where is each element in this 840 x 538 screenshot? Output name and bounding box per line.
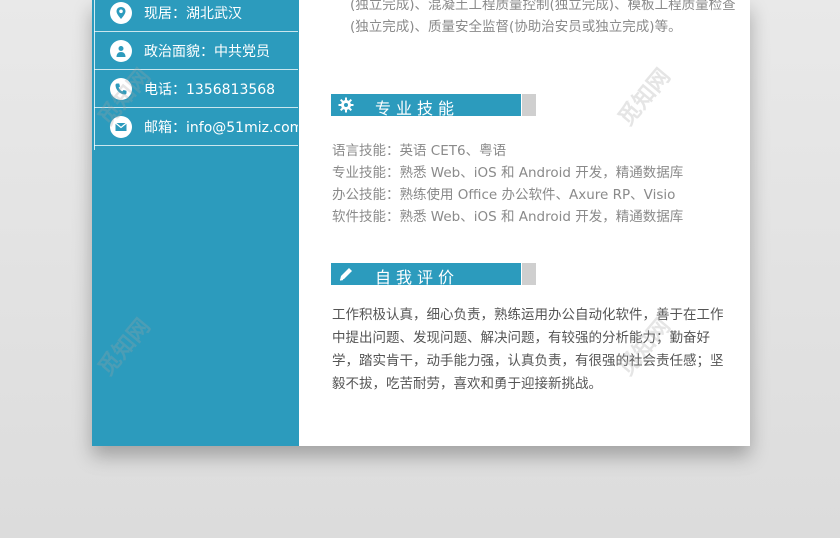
contact-email: 邮箱：info@51miz.com [94, 108, 298, 146]
section-header-self-eval: 自我评价 [331, 263, 536, 287]
section-bar-tail [522, 94, 536, 116]
pen-icon [337, 265, 355, 283]
phone-text: 电话：1356813568 [144, 81, 276, 98]
resume-page: 现居：湖北武汉 政治面貌：中共党员 电话：1356813568 邮箱：info@… [92, 0, 750, 446]
self-eval-paragraph: 工作积极认真，细心负责，熟练运用办公自动化软件，善于在工作中提出问题、发现问题、… [332, 307, 724, 392]
gear-icon [337, 96, 355, 114]
envelope-icon [110, 115, 132, 138]
skill-item: 语言技能：英语 CET6、粤语 [332, 143, 507, 159]
contact-residence: 现居：湖北武汉 [94, 0, 298, 32]
sidebar: 现居：湖北武汉 政治面貌：中共党员 电话：1356813568 邮箱：info@… [92, 0, 299, 446]
section-header-skills: 专业技能 [331, 94, 536, 118]
skill-item: 办公技能：熟练使用 Office 办公软件、Axure RP、Visio [332, 187, 676, 203]
email-text: 邮箱：info@51miz.com [144, 119, 298, 136]
contact-political: 政治面貌：中共党员 [94, 32, 298, 70]
residence-text: 现居：湖北武汉 [144, 5, 242, 22]
experience-paragraph: (独立完成)、混凝土工程质量控制(独立完成)、模板工程质量检查(独立完成)、质量… [350, 0, 736, 35]
skill-item: 软件技能：熟悉 Web、iOS 和 Android 开发，精通数据库 [332, 209, 684, 225]
contact-phone: 电话：1356813568 [94, 70, 298, 108]
skill-item: 专业技能：熟悉 Web、iOS 和 Android 开发，精通数据库 [332, 165, 684, 181]
person-badge-icon [110, 39, 132, 62]
political-text: 政治面貌：中共党员 [144, 43, 270, 60]
location-pin-icon [110, 1, 132, 24]
phone-icon [110, 77, 132, 100]
skills-list: 语言技能：英语 CET6、粤语 专业技能：熟悉 Web、iOS 和 Androi… [332, 140, 732, 228]
section-title-self-eval: 自我评价 [375, 268, 460, 287]
section-title-skills: 专业技能 [375, 99, 460, 118]
section-bar-tail [522, 263, 536, 285]
